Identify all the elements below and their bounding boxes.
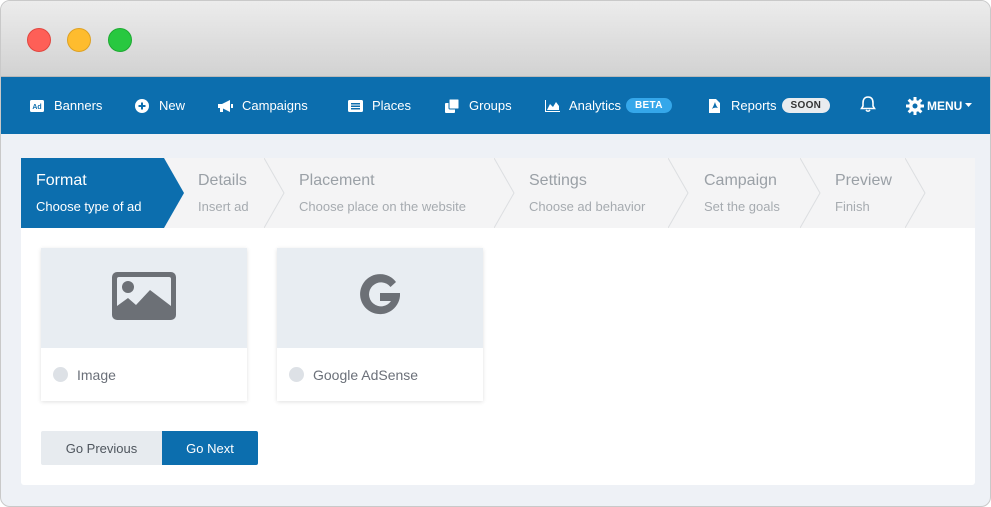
title-bar bbox=[1, 1, 990, 77]
caret-down-icon bbox=[965, 103, 973, 108]
top-navbar: Ad Banners New Campaigns Places Groups A… bbox=[1, 77, 990, 134]
beta-badge: BETA bbox=[626, 98, 672, 113]
nav-item-banners[interactable]: Ad Banners bbox=[29, 77, 102, 134]
step-subtitle: Choose type of ad bbox=[36, 199, 142, 214]
radio-button[interactable] bbox=[53, 367, 68, 382]
step-preview[interactable]: Preview Finish bbox=[835, 158, 892, 228]
maximize-window-button[interactable] bbox=[108, 28, 132, 52]
step-subtitle: Choose ad behavior bbox=[529, 199, 646, 214]
nav-item-new[interactable]: New bbox=[134, 77, 185, 134]
minimize-window-button[interactable] bbox=[67, 28, 91, 52]
step-title: Settings bbox=[529, 172, 587, 189]
nav-label: Reports bbox=[731, 98, 777, 113]
nav-label: Campaigns bbox=[242, 98, 308, 113]
notifications-button[interactable] bbox=[859, 77, 877, 134]
step-title: Format bbox=[36, 172, 87, 189]
step-campaign[interactable]: Campaign Set the goals bbox=[704, 158, 780, 228]
step-arrow bbox=[800, 158, 821, 228]
format-option-image[interactable]: Image bbox=[41, 248, 247, 401]
go-previous-button[interactable]: Go Previous bbox=[41, 431, 162, 465]
step-arrow bbox=[264, 158, 285, 228]
file-pdf-icon bbox=[706, 98, 722, 114]
step-format[interactable]: Format Choose type of ad bbox=[21, 158, 164, 228]
radio-button[interactable] bbox=[289, 367, 304, 382]
step-subtitle: Choose place on the website bbox=[299, 199, 466, 214]
option-thumbnail bbox=[277, 248, 483, 348]
chart-area-icon bbox=[544, 98, 560, 114]
step-arrow bbox=[164, 158, 184, 228]
option-row: Image bbox=[41, 348, 247, 401]
gear-icon bbox=[906, 96, 924, 115]
option-thumbnail bbox=[41, 248, 247, 348]
nav-label: Analytics bbox=[569, 98, 622, 113]
close-window-button[interactable] bbox=[27, 28, 51, 52]
soon-badge: SOON bbox=[781, 98, 831, 113]
svg-text:Ad: Ad bbox=[32, 104, 41, 111]
step-title: Details bbox=[198, 172, 247, 189]
step-details[interactable]: Details Insert ad bbox=[198, 158, 249, 228]
step-arrow bbox=[905, 158, 926, 228]
wizard-card: Format Choose type of ad Details Insert … bbox=[21, 158, 975, 485]
image-icon bbox=[112, 271, 176, 325]
wizard-steps: Format Choose type of ad Details Insert … bbox=[21, 158, 975, 228]
nav-label: Banners bbox=[54, 98, 103, 113]
option-label: Image bbox=[77, 366, 116, 383]
step-placement[interactable]: Placement Choose place on the website bbox=[299, 158, 466, 228]
nav-item-groups[interactable]: Groups bbox=[444, 77, 512, 134]
bell-icon bbox=[859, 95, 877, 116]
megaphone-icon bbox=[217, 98, 233, 114]
step-subtitle: Finish bbox=[835, 199, 870, 214]
ad-icon: Ad bbox=[29, 98, 45, 114]
list-alt-icon bbox=[347, 98, 363, 114]
step-arrow bbox=[668, 158, 689, 228]
go-next-button[interactable]: Go Next bbox=[162, 431, 258, 465]
nav-item-campaigns[interactable]: Campaigns bbox=[217, 77, 308, 134]
step-title: Placement bbox=[299, 172, 375, 189]
step-title: Campaign bbox=[704, 172, 777, 189]
step-subtitle: Set the goals bbox=[704, 199, 780, 214]
step-subtitle: Insert ad bbox=[198, 199, 249, 214]
step-settings[interactable]: Settings Choose ad behavior bbox=[529, 158, 645, 228]
nav-item-places[interactable]: Places bbox=[347, 77, 411, 134]
menu-button[interactable]: MENU bbox=[906, 77, 973, 134]
nav-label: Groups bbox=[469, 98, 512, 113]
nav-label: Places bbox=[372, 98, 412, 113]
menu-label: MENU bbox=[927, 98, 963, 113]
nav-label: New bbox=[159, 98, 186, 113]
format-option-google-adsense[interactable]: Google AdSense bbox=[277, 248, 483, 401]
option-label: Google AdSense bbox=[313, 366, 419, 383]
nav-item-reports[interactable]: Reports SOON bbox=[706, 77, 831, 134]
google-icon bbox=[357, 273, 403, 324]
step-arrow bbox=[494, 158, 515, 228]
nav-item-analytics[interactable]: Analytics BETA bbox=[544, 77, 672, 134]
option-row: Google AdSense bbox=[277, 348, 483, 401]
copy-icon bbox=[444, 98, 460, 114]
plus-circle-icon bbox=[134, 98, 150, 114]
browser-window: Ad Banners New Campaigns Places Groups A… bbox=[0, 0, 991, 507]
step-title: Preview bbox=[835, 172, 892, 189]
